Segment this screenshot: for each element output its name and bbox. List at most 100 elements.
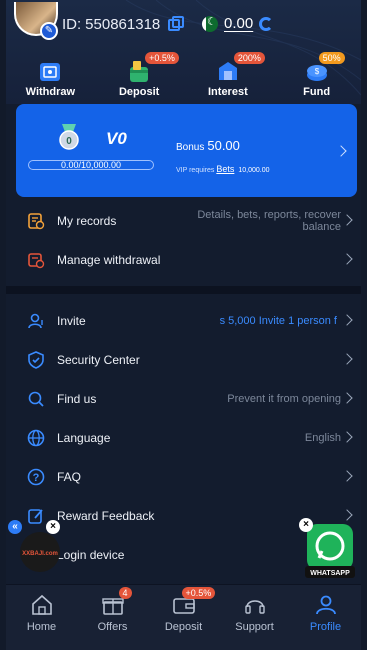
vip-card[interactable]: 0 V0 0.00/10,000.00 Bonus 50.00 VIP requi… — [16, 104, 357, 197]
bottom-navigation: Home 4 Offers +0.5% Deposit Support Prof… — [6, 584, 361, 650]
chevron-right-icon — [341, 253, 353, 265]
vip-bonus-value: 50.00 — [207, 138, 240, 153]
nav-label: Deposit — [164, 621, 203, 633]
nav-offers[interactable]: 4 Offers — [83, 587, 143, 633]
fund-badge: 50% — [318, 52, 345, 64]
svg-text:?: ? — [33, 472, 40, 484]
question-icon: ? — [26, 467, 46, 487]
menu-item-description: Prevent it from opening — [227, 392, 341, 405]
menu-item-label: Security Center — [57, 352, 140, 367]
quick-action-label: Deposit — [118, 86, 160, 98]
menu-item-description: Details, bets, reports, recover balance — [197, 208, 341, 233]
chevron-right-icon — [341, 392, 353, 404]
menu-item-language[interactable]: Language English — [6, 418, 361, 457]
chevron-right-icon — [341, 470, 353, 482]
quick-action-label: Interest — [208, 86, 248, 98]
quick-action-deposit[interactable]: +0.5% Deposit — [99, 52, 179, 98]
nav-label: Home — [26, 621, 57, 633]
deposit-bonus-badge: +0.5% — [145, 52, 179, 64]
balance-value: 0.00 — [224, 15, 254, 32]
chevron-right-icon — [335, 145, 347, 157]
vip-medal-number: 0 — [66, 136, 72, 147]
vip-level: V0 — [106, 129, 127, 148]
close-icon[interactable]: × — [299, 518, 313, 532]
globe-icon — [26, 428, 46, 448]
nav-label: Profile — [309, 621, 342, 633]
menu-item-faq[interactable]: ? FAQ — [6, 457, 361, 496]
nav-support[interactable]: Support — [225, 591, 285, 633]
vip-requires-amount: 10,000.00 — [238, 167, 270, 174]
wallet-balance: 0.00 — [202, 15, 274, 32]
current-language: English — [304, 431, 341, 444]
promo-logo-text: XXBAJI.com — [22, 551, 58, 557]
vip-requires-label: VIP requires — [176, 167, 215, 174]
vip-medal-icon: 0 — [59, 124, 79, 150]
quick-action-fund[interactable]: 50% $ Fund — [277, 52, 357, 98]
close-icon[interactable]: × — [46, 520, 60, 534]
menu-item-manage-withdrawal[interactable]: Manage withdrawal — [6, 240, 361, 279]
section-divider — [6, 286, 361, 294]
quick-actions: Withdraw +0.5% Deposit 200% Interest 50%… — [6, 52, 361, 98]
shield-icon — [26, 350, 46, 370]
collapse-icon[interactable]: « — [8, 520, 22, 534]
menu-item-label: Find us — [57, 391, 97, 406]
user-id: ID: 550861318 — [62, 15, 185, 33]
whatsapp-icon: WHATSAPP — [305, 524, 355, 578]
chevron-right-icon — [341, 431, 353, 443]
copy-icon[interactable] — [168, 15, 185, 31]
menu-item-label: Reward Feedback — [57, 508, 155, 523]
vip-bonus: Bonus 50.00 — [176, 138, 240, 153]
menu-item-my-records[interactable]: My records Details, bets, reports, recov… — [6, 201, 361, 240]
pakistan-flag-icon — [202, 15, 218, 32]
chevron-right-icon — [341, 509, 353, 521]
svg-text:$: $ — [314, 67, 319, 76]
nav-home[interactable]: Home — [12, 591, 72, 633]
chevron-right-icon — [341, 353, 353, 365]
menu-item-label: Language — [57, 430, 111, 445]
headset-icon — [244, 600, 265, 614]
manage-withdrawal-icon — [26, 250, 46, 270]
quick-action-withdraw[interactable]: Withdraw — [10, 56, 90, 98]
floating-promo-widget[interactable]: XXBAJI.com « × — [8, 520, 68, 576]
menu-records: My records Details, bets, reports, recov… — [6, 201, 361, 279]
quick-action-interest[interactable]: 200% Interest — [188, 52, 268, 98]
whatsapp-label: WHATSAPP — [310, 570, 350, 577]
nav-profile[interactable]: Profile — [296, 591, 356, 633]
refresh-icon[interactable] — [259, 16, 274, 31]
nav-label: Support — [235, 621, 274, 633]
home-icon — [31, 594, 52, 615]
invite-icon — [26, 311, 46, 331]
interest-badge: 200% — [233, 52, 265, 64]
offers-count-badge: 4 — [118, 587, 132, 599]
menu-item-label: FAQ — [57, 469, 82, 484]
withdraw-icon — [40, 63, 61, 81]
menu-item-label: Invite — [57, 313, 86, 328]
edit-avatar-icon[interactable]: ✎ — [40, 22, 58, 40]
promo-logo-icon: XXBAJI.com — [20, 532, 60, 572]
menu-item-security-center[interactable]: Security Center — [6, 340, 361, 379]
quick-action-label: Fund — [303, 86, 331, 98]
find-us-icon — [26, 389, 46, 409]
quick-action-label: Withdraw — [25, 86, 76, 98]
profile-page: ✎ ID: 550861318 0.00 Withdraw — [6, 0, 361, 650]
vip-requirement: VIP requires Bets 10,000.00 — [176, 164, 270, 174]
vip-bonus-label: Bonus — [176, 142, 205, 153]
menu-item-invite[interactable]: Invite s 5,000 Invite 1 person f — [6, 301, 361, 340]
profile-header: ✎ ID: 550861318 0.00 Withdraw — [6, 0, 361, 104]
menu-item-label: My records — [57, 213, 117, 228]
menu-item-find-us[interactable]: Find us Prevent it from opening — [6, 379, 361, 418]
chevron-right-icon — [341, 314, 353, 326]
nav-deposit[interactable]: +0.5% Deposit — [154, 587, 216, 633]
feedback-icon — [26, 506, 46, 526]
records-icon — [26, 211, 46, 231]
profile-icon — [315, 595, 336, 615]
vip-progress-bar: 0.00/10,000.00 — [28, 160, 154, 170]
nav-label: Offers — [97, 621, 128, 633]
whatsapp-widget[interactable]: WHATSAPP × — [299, 518, 355, 580]
chevron-right-icon — [341, 214, 353, 226]
uid-value: 550861318 — [85, 16, 161, 33]
invite-promo-text: s 5,000 Invite 1 person f — [219, 314, 337, 327]
deposit-bonus-badge: +0.5% — [181, 587, 216, 599]
vip-bets-link[interactable]: Bets — [216, 164, 234, 174]
menu-item-label: Manage withdrawal — [57, 252, 161, 267]
